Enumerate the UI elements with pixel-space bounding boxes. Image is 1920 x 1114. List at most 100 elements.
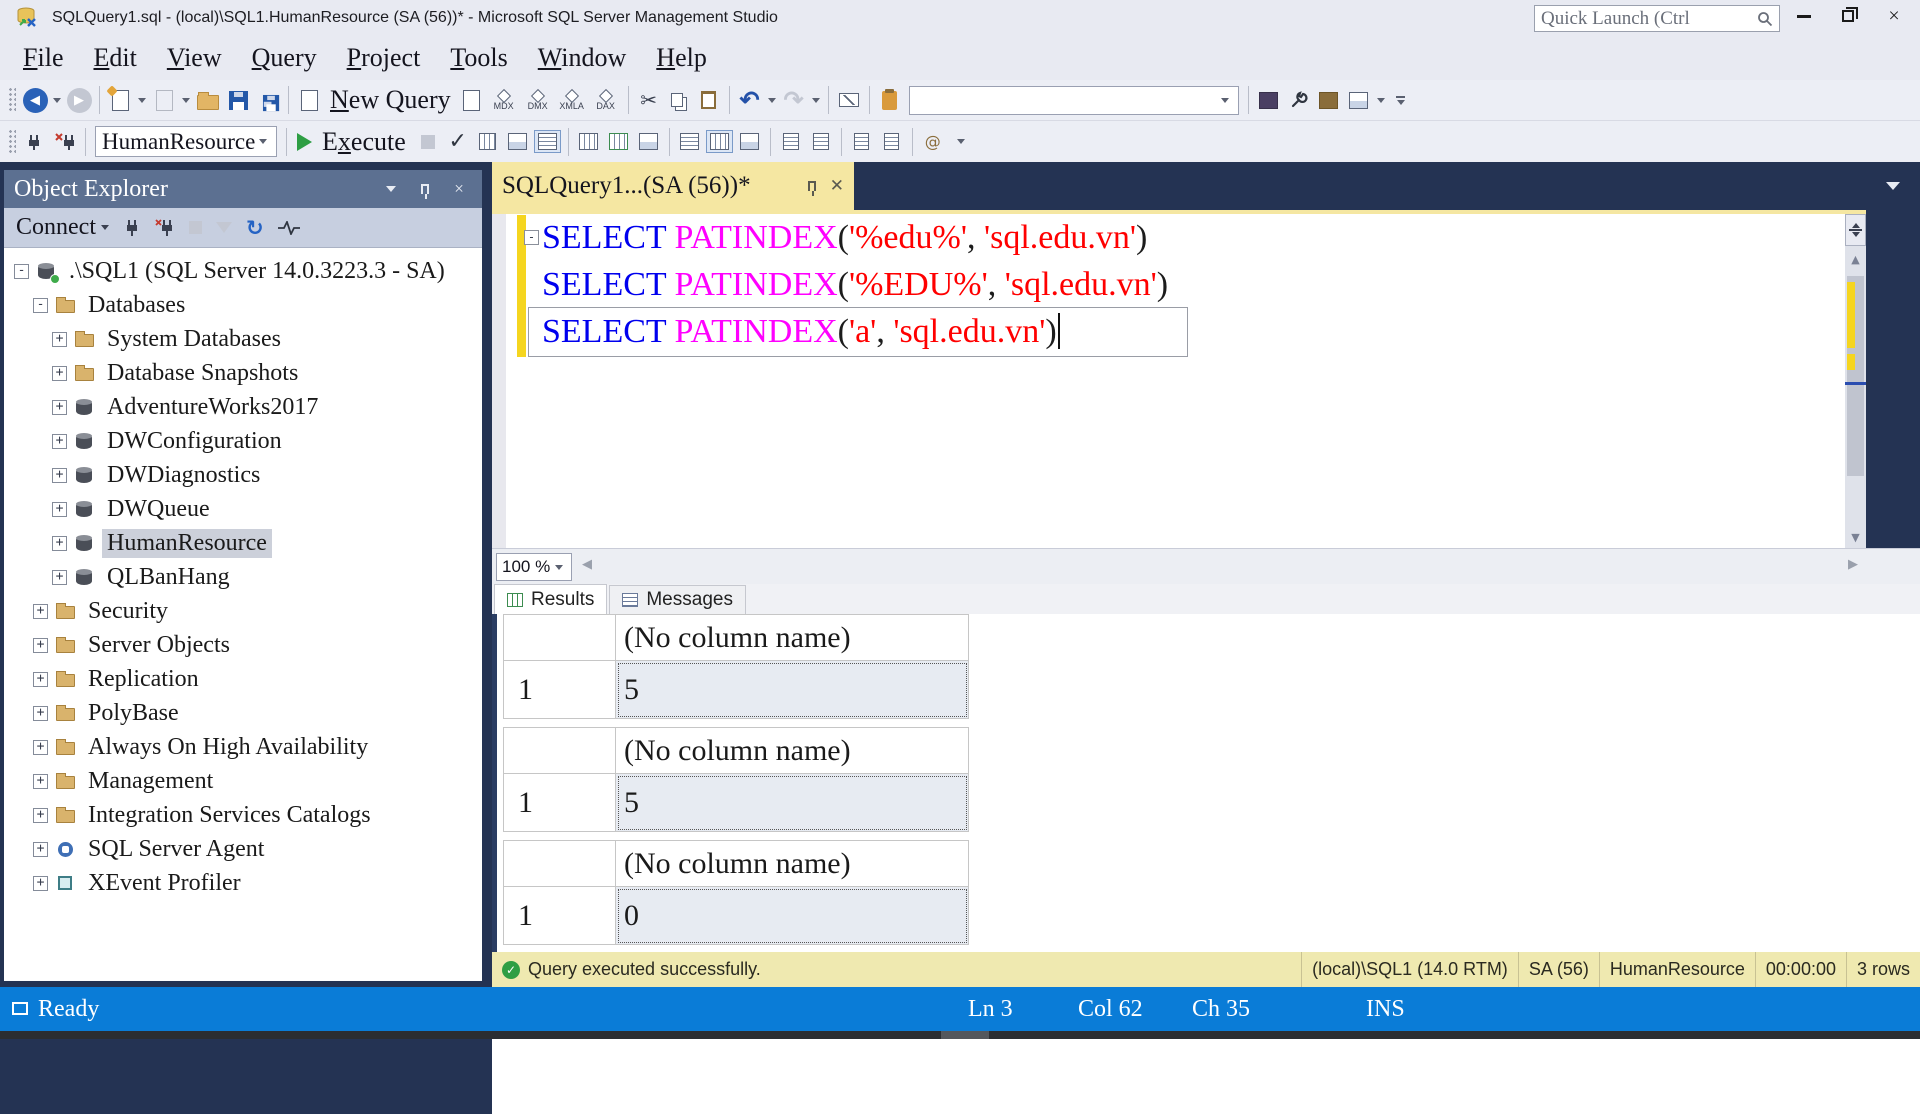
include-client-statistics-button[interactable]: [635, 126, 663, 158]
menu-project[interactable]: Project: [332, 43, 436, 73]
toolbar-dmx-query-button[interactable]: DMX: [522, 84, 554, 116]
expand-icon[interactable]: +: [33, 774, 48, 789]
window-position-dropdown[interactable]: [378, 186, 404, 192]
grid-column-header[interactable]: (No column name): [616, 841, 969, 887]
menu-tools[interactable]: Tools: [435, 43, 522, 73]
tree-item-replication[interactable]: +Replication: [4, 662, 482, 696]
expand-icon[interactable]: +: [33, 638, 48, 653]
expand-icon[interactable]: +: [33, 604, 48, 619]
tab-pin-icon[interactable]: [808, 181, 816, 191]
cancel-query-button[interactable]: [414, 126, 442, 158]
new-project-dropdown[interactable]: [138, 98, 146, 103]
menu-window[interactable]: Window: [523, 43, 642, 73]
activity-monitor-button[interactable]: [876, 84, 904, 116]
generate-script-icon[interactable]: [295, 84, 323, 116]
select-in-object-explorer-button[interactable]: [835, 84, 863, 116]
query-document-tab[interactable]: SQLQuery1...(SA (56))* ✕: [492, 162, 854, 210]
expand-icon[interactable]: +: [52, 332, 67, 347]
new-query-button[interactable]: New Query: [330, 85, 451, 115]
activity-pulse-icon[interactable]: [278, 221, 300, 235]
scroll-up-icon[interactable]: ▲: [1845, 248, 1866, 270]
uncomment-selection-button[interactable]: [807, 126, 835, 158]
editor-zoom-dropdown[interactable]: 100 %: [496, 553, 572, 581]
extensions-button[interactable]: [1255, 84, 1283, 116]
tree-item-humanresource[interactable]: +HumanResource: [4, 526, 482, 560]
grid-row-header[interactable]: 1: [504, 774, 616, 832]
expand-icon[interactable]: +: [52, 434, 67, 449]
tree-item-database-snapshots[interactable]: +Database Snapshots: [4, 356, 482, 390]
find-combobox-dropdown[interactable]: [1221, 98, 1229, 103]
tree-item-dwdiagnostics[interactable]: +DWDiagnostics: [4, 458, 482, 492]
include-actual-plan-button[interactable]: [605, 126, 633, 158]
tab-close-icon[interactable]: ✕: [830, 176, 844, 196]
toolbar-xmla-query-button[interactable]: XMLA: [556, 84, 588, 116]
redo-button[interactable]: ↷: [780, 84, 808, 116]
quick-launch-input[interactable]: Quick Launch (Ctrl: [1534, 5, 1780, 32]
decrease-indent-button[interactable]: [848, 126, 876, 158]
tab-list-dropdown-icon[interactable]: [1886, 182, 1900, 190]
new-project-button[interactable]: [106, 84, 134, 116]
specify-template-parameters-button[interactable]: [575, 126, 603, 158]
command-window-dropdown[interactable]: [1377, 98, 1385, 103]
taskbar-button[interactable]: [941, 1031, 989, 1039]
toolbox-button[interactable]: [1315, 84, 1343, 116]
tree-item-security[interactable]: +Security: [4, 594, 482, 628]
tree-item-integration-services-catalogs[interactable]: +Integration Services Catalogs: [4, 798, 482, 832]
tree-item-management[interactable]: +Management: [4, 764, 482, 798]
grid-corner-cell[interactable]: [504, 615, 616, 661]
toolbar-overflow-button[interactable]: [1394, 96, 1408, 105]
results-tab[interactable]: Results: [494, 584, 607, 614]
save-button[interactable]: [224, 84, 252, 116]
tree-item-xevent-profiler[interactable]: +XEvent Profiler: [4, 866, 482, 900]
messages-tab[interactable]: Messages: [609, 585, 746, 614]
grid-row-header[interactable]: 1: [504, 661, 616, 719]
zoom-dropdown-icon[interactable]: [555, 565, 563, 570]
refresh-icon[interactable]: ↻: [246, 216, 264, 240]
increase-indent-button[interactable]: [878, 126, 906, 158]
tree-item-always-on-high-availability[interactable]: +Always On High Availability: [4, 730, 482, 764]
grid-value-cell[interactable]: 0: [616, 887, 969, 945]
toolbar-overflow-button[interactable]: [954, 139, 968, 144]
expand-icon[interactable]: +: [52, 468, 67, 483]
expand-icon[interactable]: +: [52, 502, 67, 517]
code-line-1[interactable]: SELECT PATINDEX('%edu%', 'sql.edu.vn'): [542, 214, 1845, 261]
paste-button[interactable]: [695, 84, 723, 116]
expand-icon[interactable]: +: [33, 740, 48, 755]
expand-icon[interactable]: +: [33, 672, 48, 687]
redo-dropdown[interactable]: [812, 98, 820, 103]
undo-button[interactable]: ↶: [736, 84, 764, 116]
comment-selection-button[interactable]: [777, 126, 805, 158]
minimize-button[interactable]: [1786, 0, 1822, 32]
database-engine-query-button[interactable]: [458, 84, 486, 116]
code-line-2[interactable]: SELECT PATINDEX('%EDU%', 'sql.edu.vn'): [542, 261, 1845, 308]
grid-corner-cell[interactable]: [504, 728, 616, 774]
grid-value-cell[interactable]: 5: [616, 661, 969, 719]
tree-item-system-databases[interactable]: +System Databases: [4, 322, 482, 356]
parse-button[interactable]: ✓: [444, 126, 472, 158]
find-combobox[interactable]: [909, 86, 1239, 115]
open-file-button[interactable]: [194, 84, 222, 116]
display-estimated-plan-button[interactable]: [474, 126, 502, 158]
tree-item-server-objects[interactable]: +Server Objects: [4, 628, 482, 662]
collapse-icon[interactable]: -: [33, 298, 48, 313]
grid-value-cell[interactable]: 5: [616, 774, 969, 832]
close-button[interactable]: ×: [1876, 0, 1912, 32]
results-to-grid-button[interactable]: [706, 126, 734, 158]
connect-dropdown[interactable]: [101, 225, 109, 230]
expand-icon[interactable]: +: [33, 808, 48, 823]
expand-icon[interactable]: +: [52, 536, 67, 551]
tree-item-polybase[interactable]: +PolyBase: [4, 696, 482, 730]
command-window-button[interactable]: [1345, 84, 1373, 116]
sqlcmd-mode-button[interactable]: @: [919, 126, 947, 158]
cut-button[interactable]: ✂: [635, 84, 663, 116]
navigate-forward-button[interactable]: ▶: [65, 84, 93, 116]
intellisense-enabled-button[interactable]: [534, 126, 562, 158]
expand-icon[interactable]: +: [52, 570, 67, 585]
expand-icon[interactable]: +: [52, 366, 67, 381]
copy-button[interactable]: [665, 84, 693, 116]
execute-button[interactable]: Execute: [293, 126, 412, 158]
outline-collapse-icon[interactable]: -: [524, 230, 539, 245]
expand-icon[interactable]: +: [33, 706, 48, 721]
restore-button[interactable]: [1830, 0, 1866, 32]
menu-query[interactable]: Query: [237, 43, 332, 73]
